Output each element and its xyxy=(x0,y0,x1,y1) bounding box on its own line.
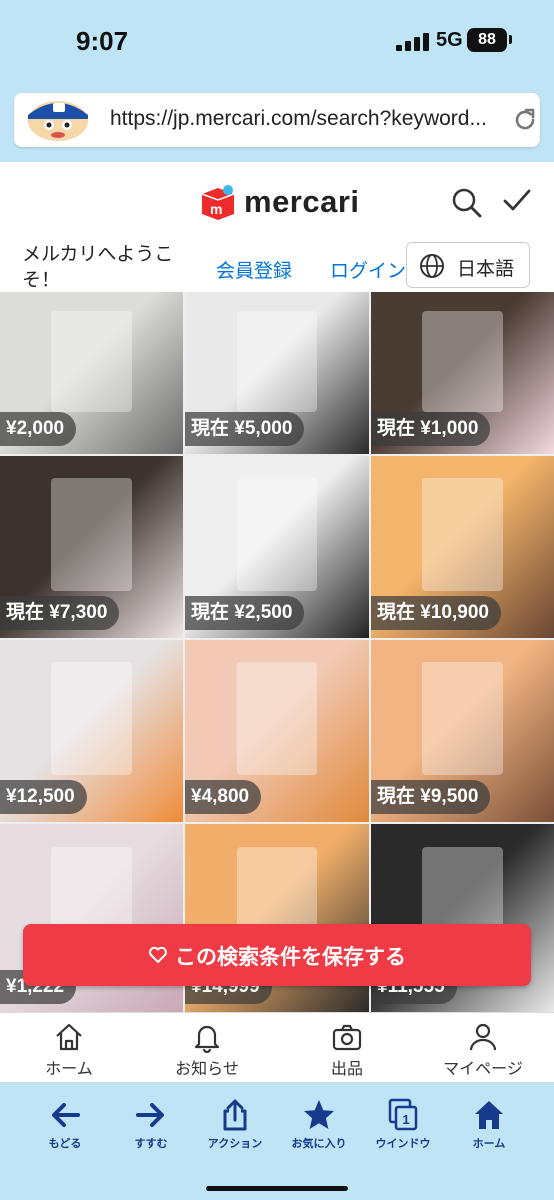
item-photo-subject xyxy=(422,661,503,775)
site-tab-bar: ホーム お知らせ 出品 マイページ xyxy=(0,1012,554,1082)
language-button[interactable]: 日本語 xyxy=(406,242,530,288)
item-card[interactable]: ¥4,800 xyxy=(185,640,369,822)
language-label: 日本語 xyxy=(457,259,515,280)
forward-arrow-icon xyxy=(136,1103,164,1127)
heart-icon xyxy=(149,946,167,963)
tab-home[interactable]: ホーム xyxy=(14,1019,124,1081)
bell-icon xyxy=(194,1025,220,1053)
action-button[interactable]: アクション xyxy=(190,1098,280,1151)
camera-icon xyxy=(332,1024,362,1051)
item-card[interactable]: 現在 ¥1,000 xyxy=(371,292,554,454)
item-price: ¥2,000 xyxy=(0,412,77,446)
item-price: 現在 ¥1,000 xyxy=(371,412,491,446)
item-card[interactable]: 現在 ¥7,300 xyxy=(0,456,183,638)
tab-mypage[interactable]: マイページ xyxy=(428,1019,538,1081)
item-photo-subject xyxy=(51,661,132,775)
item-card[interactable]: 現在 ¥10,900 xyxy=(371,456,554,638)
url-bar[interactable]: https://jp.mercari.com/search?keyword... xyxy=(14,93,540,147)
person-icon xyxy=(469,1023,497,1051)
network-type: 5G xyxy=(436,29,463,51)
login-link[interactable]: ログイン xyxy=(330,256,406,283)
item-photo-subject xyxy=(51,311,132,412)
item-card[interactable]: 現在 ¥9,500 xyxy=(371,640,554,822)
item-price: 現在 ¥9,500 xyxy=(371,780,491,814)
favorites-button[interactable]: お気に入り xyxy=(274,1098,364,1151)
battery-tip xyxy=(509,35,512,44)
mercari-logo[interactable]: m mercari xyxy=(198,182,360,224)
globe-icon xyxy=(420,254,444,278)
status-bar: 9:07 5G 88 xyxy=(0,0,554,80)
save-search-label: この検索条件を保存する xyxy=(175,946,406,969)
save-search-button[interactable]: この検索条件を保存する xyxy=(23,924,531,986)
item-photo-subject xyxy=(236,477,318,591)
star-icon xyxy=(304,1100,334,1129)
tab-sell[interactable]: 出品 xyxy=(292,1019,402,1081)
mercari-box-icon: m xyxy=(201,185,235,220)
checklist-icon[interactable] xyxy=(500,184,534,218)
item-card[interactable]: ¥12,500 xyxy=(0,640,183,822)
site-mascot-icon xyxy=(28,101,88,141)
welcome-text: メルカリへようこそ！ xyxy=(22,244,174,291)
item-price: 現在 ¥7,300 xyxy=(0,596,120,630)
share-icon xyxy=(223,1099,247,1131)
home-icon xyxy=(475,1101,503,1129)
tab-label: 出品 xyxy=(330,1061,363,1078)
item-price: 現在 ¥10,900 xyxy=(371,596,501,630)
home-indicator[interactable] xyxy=(206,1186,348,1191)
reload-icon[interactable] xyxy=(512,107,538,133)
tab-label: マイページ xyxy=(443,1061,523,1078)
tool-label: ホーム xyxy=(472,1138,506,1150)
item-price: 現在 ¥5,000 xyxy=(185,412,305,446)
item-photo-subject xyxy=(236,661,318,775)
item-card[interactable]: 現在 ¥2,500 xyxy=(185,456,369,638)
tool-label: ウインドウ xyxy=(375,1138,431,1150)
search-icon[interactable] xyxy=(450,186,484,220)
tool-label: すすむ xyxy=(134,1138,168,1150)
tab-notifications[interactable]: お知らせ xyxy=(152,1019,262,1081)
back-arrow-icon xyxy=(52,1103,80,1127)
forward-button[interactable]: すすむ xyxy=(106,1098,196,1151)
windows-button[interactable]: 1 ウインドウ xyxy=(358,1098,448,1151)
item-price: 現在 ¥2,500 xyxy=(185,596,305,630)
browser-toolbar: もどる すすむ アクション お気に入り 1 ウインドウ ホーム xyxy=(0,1082,554,1200)
brand-name: mercari xyxy=(244,184,360,219)
item-card[interactable]: 現在 ¥5,000 xyxy=(185,292,369,454)
back-button[interactable]: もどる xyxy=(20,1098,110,1151)
battery-icon: 88 xyxy=(467,28,507,52)
item-photo-subject xyxy=(422,311,503,412)
item-card[interactable]: ¥2,000 xyxy=(0,292,183,454)
item-price: ¥4,800 xyxy=(185,780,262,814)
site-header: m mercari xyxy=(0,162,554,240)
house-icon xyxy=(56,1023,82,1051)
signal-icon xyxy=(396,33,430,51)
home-button[interactable]: ホーム xyxy=(444,1098,534,1151)
tab-label: お知らせ xyxy=(175,1061,239,1078)
tool-label: アクション xyxy=(207,1138,263,1150)
tool-label: お気に入り xyxy=(291,1138,347,1150)
signup-link[interactable]: 会員登録 xyxy=(216,256,292,283)
tab-label: ホーム xyxy=(45,1061,93,1078)
window-count: 1 xyxy=(402,1112,409,1127)
item-photo-subject xyxy=(236,311,318,412)
tool-label: もどる xyxy=(48,1138,82,1150)
status-time: 9:07 xyxy=(76,26,129,56)
windows-icon: 1 xyxy=(388,1098,418,1131)
url-text[interactable]: https://jp.mercari.com/search?keyword... xyxy=(110,107,506,131)
browser-chrome: 9:07 5G 88 https://jp.mercari.com/search… xyxy=(0,0,554,162)
item-photo-subject xyxy=(422,477,503,591)
item-photo-subject xyxy=(51,477,132,591)
item-price: ¥12,500 xyxy=(0,780,87,814)
item-grid: ¥2,000 現在 ¥5,000 現在 ¥1,000 現在 ¥7,300 現在 ¥2,5… xyxy=(0,292,554,1012)
svg-text:m: m xyxy=(210,201,222,217)
